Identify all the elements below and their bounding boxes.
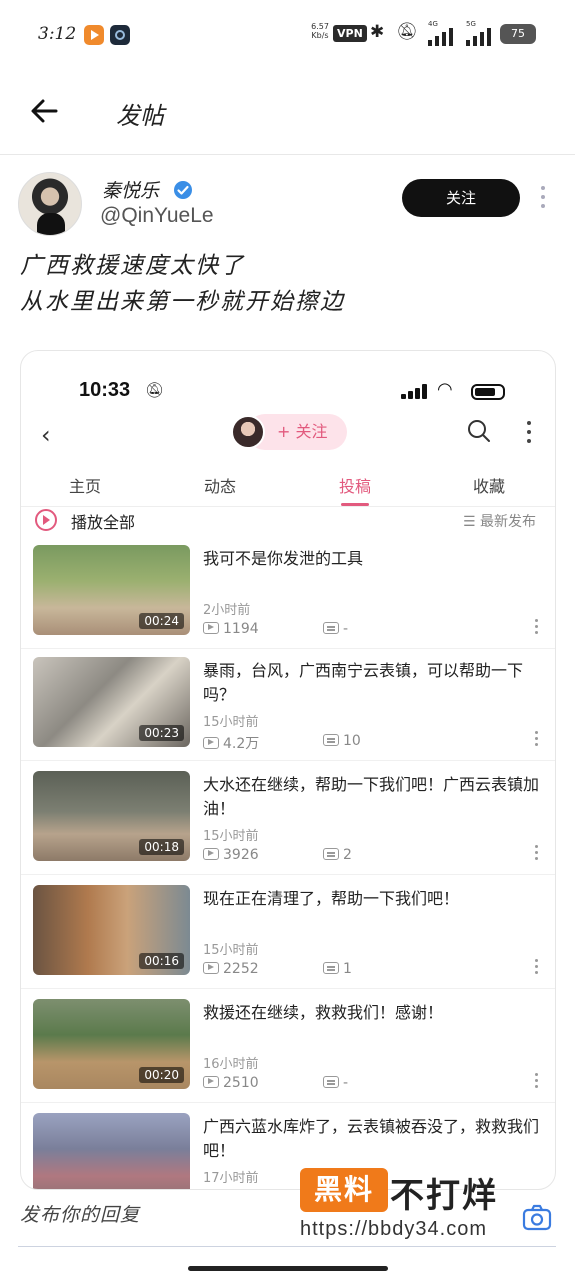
reply-input[interactable]: 发布你的回复 [20, 1200, 140, 1227]
bluetooth-icon: ✱ [370, 22, 385, 42]
post-line: 广西救援速度太快了 [20, 253, 245, 279]
embedded-tab-home: 主页 [69, 477, 102, 496]
video-duration: 00:18 [139, 839, 184, 855]
more-options-icon[interactable] [538, 186, 548, 212]
author-name[interactable]: 秦悦乐 [102, 176, 159, 203]
embedded-status-time: 10:33 [79, 379, 131, 401]
home-indicator[interactable] [188, 1266, 388, 1271]
video-danmaku: - [323, 1075, 348, 1091]
video-plays: 2252 [203, 961, 259, 977]
embedded-wifi-icon: ◠ [437, 379, 453, 400]
video-title: 现在正在清理了，帮助一下我们吧！ [203, 889, 460, 908]
embedded-sort: ☰ 最新发布 [463, 514, 537, 530]
video-danmaku: 2 [323, 847, 352, 863]
author-avatar[interactable] [18, 172, 82, 236]
embedded-more-icon [527, 421, 531, 443]
video-plays: 2510 [203, 1075, 259, 1091]
video-duration: 00:23 [139, 725, 184, 741]
embedded-video-item: 00:18 大水还在继续，帮助一下我们吧！广西云表镇加油！ 15小时前 3926… [21, 763, 555, 875]
video-thumbnail: 00:20 [33, 999, 190, 1089]
watermark-url: https://bbdy34.com [300, 1218, 487, 1240]
video-plays: 3926 [203, 847, 259, 863]
author-handle: @QinYueLe [100, 204, 214, 227]
status-time: 3:12 [38, 24, 77, 44]
embedded-play-all: 播放全部 [71, 513, 136, 532]
embedded-avatar [231, 415, 265, 449]
video-time: 17小时前 [203, 1171, 259, 1186]
mute-icon: 🔕︎ [396, 22, 418, 42]
video-app-icon [84, 25, 104, 45]
video-time: 2小时前 [203, 603, 251, 618]
video-title: 救援还在继续，救救我们！感谢！ [203, 1003, 444, 1022]
page-title: 发帖 [116, 102, 164, 130]
embedded-signal-icon [401, 384, 427, 399]
video-title: 大水还在继续，帮助一下我们吧！广西云表镇加油！ [203, 775, 540, 818]
video-more-icon [535, 619, 539, 637]
vpn-badge: VPN [333, 25, 367, 42]
video-time: 15小时前 [203, 715, 259, 730]
video-time: 16小时前 [203, 1057, 259, 1072]
video-title: 广西六蓝水库炸了，云表镇被吞没了，救救我们吧！ [203, 1117, 540, 1160]
signal-icon-1: 4G [428, 20, 458, 46]
embedded-video-item: 00:20 救援还在继续，救救我们！感谢！ 16小时前 2510 - [21, 991, 555, 1103]
embedded-tab-bar: 主页 动态 投稿 收藏 [21, 459, 555, 507]
post-line: 从水里出来第一秒就开始擦边 [20, 289, 345, 315]
embedded-tab-uploads: 投稿 [339, 477, 372, 496]
embedded-mute-icon: 🔕︎ [145, 381, 165, 399]
video-thumbnail: 00:23 [33, 657, 190, 747]
embedded-screenshot[interactable]: 10:33 🔕︎ ◠ ‹ + 关注 主页 动态 投稿 收藏 播放全部 ☰ 最新发… [20, 350, 556, 1190]
watermark-text: 不打烊 [390, 1176, 498, 1216]
app-header: 发帖 [0, 80, 575, 155]
video-title: 暴雨，台风，广西南宁云表镇，可以帮助一下吗？ [203, 661, 524, 704]
video-duration: 00:24 [139, 613, 184, 629]
video-time: 15小时前 [203, 829, 259, 844]
video-more-icon [535, 959, 539, 977]
video-thumbnail: 00:18 [33, 771, 190, 861]
video-more-icon [535, 1073, 539, 1091]
embedded-video-item: 00:23 暴雨，台风，广西南宁云表镇，可以帮助一下吗？ 15小时前 4.2万 … [21, 649, 555, 761]
video-more-icon [535, 845, 539, 863]
net-speed: 6.57 Kb/s [311, 22, 329, 40]
camera-app-icon [110, 25, 130, 45]
video-danmaku: - [323, 621, 348, 637]
video-danmaku: 10 [323, 733, 361, 749]
video-more-icon [535, 731, 539, 749]
embedded-video-item: 00:16 现在正在清理了，帮助一下我们吧！ 15小时前 2252 1 [21, 877, 555, 989]
video-plays: 4.2万 [203, 733, 259, 753]
video-duration: 00:16 [139, 953, 184, 969]
video-duration: 00:20 [139, 1067, 184, 1083]
embedded-back-icon: ‹ [41, 421, 51, 449]
embedded-play-all-icon [35, 509, 57, 531]
signal-icon-2: 5G [466, 20, 496, 46]
verified-badge-icon [174, 181, 192, 199]
video-plays: 1194 [203, 621, 259, 637]
video-danmaku: 1 [323, 961, 352, 977]
reply-underline [18, 1246, 556, 1247]
embedded-video-item: 00:24 我可不是你发泄的工具 2小时前 1194 - [21, 537, 555, 649]
video-thumbnail: 00:16 [33, 885, 190, 975]
post-body: 广西救援速度太快了 从水里出来第一秒就开始擦边 [20, 248, 345, 320]
video-time: 15小时前 [203, 943, 259, 958]
video-thumbnail [33, 1113, 190, 1189]
embedded-tab-activity: 动态 [204, 477, 237, 496]
camera-icon[interactable] [522, 1204, 552, 1232]
status-bar: 3:12 6.57 Kb/s VPN ✱ 🔕︎ 4G 5G 75 [0, 0, 575, 70]
embedded-tab-favorites: 收藏 [473, 477, 506, 496]
watermark-badge: 黑料 [300, 1168, 388, 1212]
video-title: 我可不是你发泄的工具 [203, 549, 364, 568]
embedded-battery-icon [471, 384, 505, 400]
embedded-tab-indicator [341, 503, 369, 506]
battery-icon: 75 [500, 24, 536, 44]
video-thumbnail: 00:24 [33, 545, 190, 635]
follow-button[interactable]: 关注 [402, 179, 520, 217]
embedded-search-icon [468, 420, 490, 442]
back-arrow-icon[interactable] [28, 94, 62, 128]
